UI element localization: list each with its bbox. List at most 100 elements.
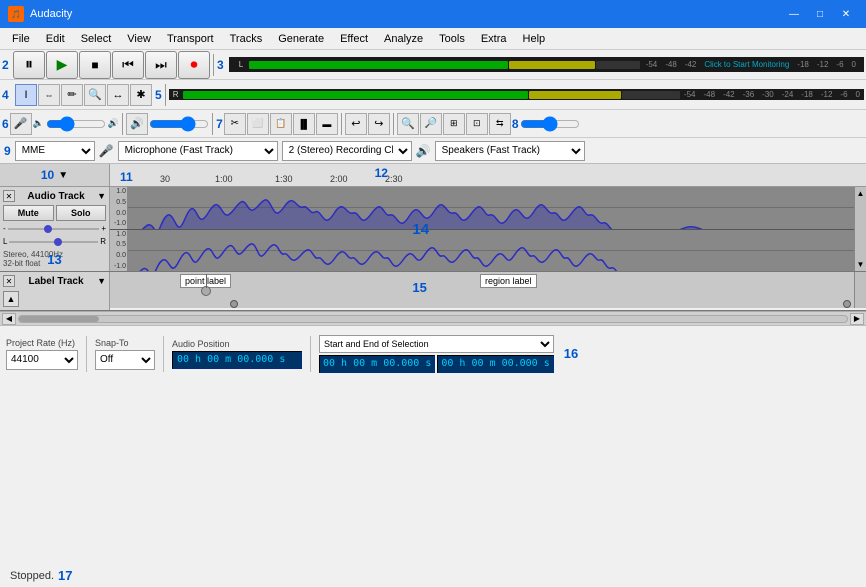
badge-5: 5 [155,88,162,102]
ruler-200: 2:00 [330,174,348,184]
vu-numbers-bottom: -54 -48 -42 -36 -30 -24 -18 -12 -6 0 [684,90,860,99]
snap-to-label: Snap-To [95,338,129,348]
fit-button[interactable]: ⊞ [443,113,465,135]
copy-button[interactable]: ⬜ [247,113,269,135]
undo-button[interactable]: ↩ [345,113,367,135]
waveform-bottom: 1.0 0.5 0.0 -1.0 [110,230,866,272]
close-button[interactable]: ✕ [834,4,858,24]
vu-l-label: L [239,60,249,69]
vu-b-54: -54 [684,90,696,99]
label-track-close-button[interactable]: ✕ [3,275,15,287]
input-gain-slider[interactable] [46,118,106,130]
solo-button[interactable]: Solo [56,205,107,221]
speaker-icon: 🔊 [416,144,431,158]
vu-b-0: 0 [856,90,860,99]
zoom-tool-button[interactable]: 🔍 [84,84,106,106]
scroll-up-button[interactable]: ▲ [855,189,866,198]
pan-slider-track[interactable] [9,241,98,243]
label-track-expand: ▲ [3,291,106,307]
speaker-select[interactable]: Speakers (Fast Track) [435,141,585,161]
zoom-in-button[interactable]: 🔍 [397,113,419,135]
divider-1 [213,54,214,76]
mic-button[interactable]: 🎤 [10,113,32,135]
selection-type-select[interactable]: Start and End of Selection [319,335,554,353]
play-button[interactable]: ▶ [46,51,78,79]
scroll-down-button[interactable]: ▼ [855,260,866,269]
toggle-zoom-button[interactable]: ⇆ [489,113,511,135]
menu-effect[interactable]: Effect [332,31,376,47]
menu-transport[interactable]: Transport [159,31,222,47]
menu-view[interactable]: View [119,31,159,47]
toolbar-row-2: 4 I ⇔ ✏ 🔍 ↔ ✱ 5 R -54 -48 -42 -36 [0,80,866,110]
speaker-button[interactable]: 🔊 [126,113,148,135]
vu-top-row: L [239,60,640,69]
waveform-svg-bottom [128,230,866,272]
gain-slider-track[interactable] [8,228,100,230]
zoom-sel-button[interactable]: ⊡ [466,113,488,135]
project-rate-select[interactable]: 44100 [6,350,78,370]
divider-6 [393,113,394,135]
stopped-section: Stopped. 17 [10,568,73,583]
point-label-area: point label [180,274,231,288]
trim-button[interactable]: ▐▌ [293,113,315,135]
vu-meter-container: L -54 -48 -42 Click to Start Monitoring … [229,57,864,72]
multi-tool-button[interactable]: ✱ [130,84,152,106]
vu-num-6: -6 [836,60,843,69]
maximize-button[interactable]: □ [808,4,832,24]
label-track-dropdown[interactable]: ▼ [97,276,106,286]
menu-help[interactable]: Help [515,31,554,47]
paste-button[interactable]: 📋 [270,113,292,135]
label-track-header: ✕ Label Track ▼ [3,275,106,287]
y-bot-1: 1.0 [116,231,126,238]
track-close-button[interactable]: ✕ [3,190,15,202]
pan-slider-thumb[interactable] [54,238,62,246]
gain-high-icon: 🔊 [108,118,119,129]
draw-tool-button[interactable]: ✏ [61,84,83,106]
scroll-right-button[interactable]: ▶ [850,313,864,325]
skip-back-button[interactable]: ⏮ [112,51,144,79]
timeshift-tool-button[interactable]: ↔ [107,84,129,106]
label-expand-button[interactable]: ▲ [3,291,19,307]
tracks-area: ✕ Audio Track ▼ Mute Solo - + L [0,187,866,311]
y-top-1: 1.0 [116,188,126,195]
zoom-out-button[interactable]: 🔎 [420,113,442,135]
region-label[interactable]: region label [480,274,537,288]
scrollbar-track[interactable] [18,315,848,323]
silence-button[interactable]: ▬ [316,113,338,135]
y-axis-bottom: 1.0 0.5 0.0 -1.0 [110,230,128,272]
menu-generate[interactable]: Generate [270,31,332,47]
menu-tools[interactable]: Tools [431,31,473,47]
channels-select[interactable]: 2 (Stereo) Recording Cha... [282,141,412,161]
cut-button[interactable]: ✂ [224,113,246,135]
minimize-button[interactable]: — [782,4,806,24]
scroll-left-button[interactable]: ◀ [2,313,16,325]
output-volume-slider[interactable] [149,118,209,130]
click-monitor-label[interactable]: Click to Start Monitoring [704,60,789,69]
menu-extra[interactable]: Extra [473,31,515,47]
track-dropdown-arrow[interactable]: ▼ [97,191,106,201]
horizontal-scrollbar[interactable]: ◀ ▶ [0,311,866,325]
menu-select[interactable]: Select [73,31,120,47]
scrollbar-thumb[interactable] [19,316,99,322]
skip-fwd-button[interactable]: ⏭ [145,51,177,79]
snap-to-select[interactable]: Off [95,350,155,370]
selection-end-display: 00 h 00 m 00.000 s [437,355,553,373]
menu-edit[interactable]: Edit [38,31,73,47]
playback-speed-slider[interactable] [520,118,580,130]
redo-button[interactable]: ↪ [368,113,390,135]
record-button[interactable]: ⏺ [178,51,210,79]
menu-file[interactable]: File [4,31,38,47]
stop-button[interactable]: ■ [79,51,111,79]
menu-tracks[interactable]: Tracks [222,31,271,47]
gain-slider-thumb[interactable] [44,225,52,233]
badge-13: 13 [47,252,61,267]
selection-tool-button[interactable]: I [15,84,37,106]
envelope-tool-button[interactable]: ⇔ [38,84,60,106]
host-select[interactable]: MME [15,141,95,161]
mute-button[interactable]: Mute [3,205,54,221]
vu-r-bars [183,91,680,99]
menu-analyze[interactable]: Analyze [376,31,431,47]
mic-select[interactable]: Microphone (Fast Track) [118,141,278,161]
pause-button[interactable]: ⏸ [13,51,45,79]
y-bot-0: 0.0 [116,252,126,259]
